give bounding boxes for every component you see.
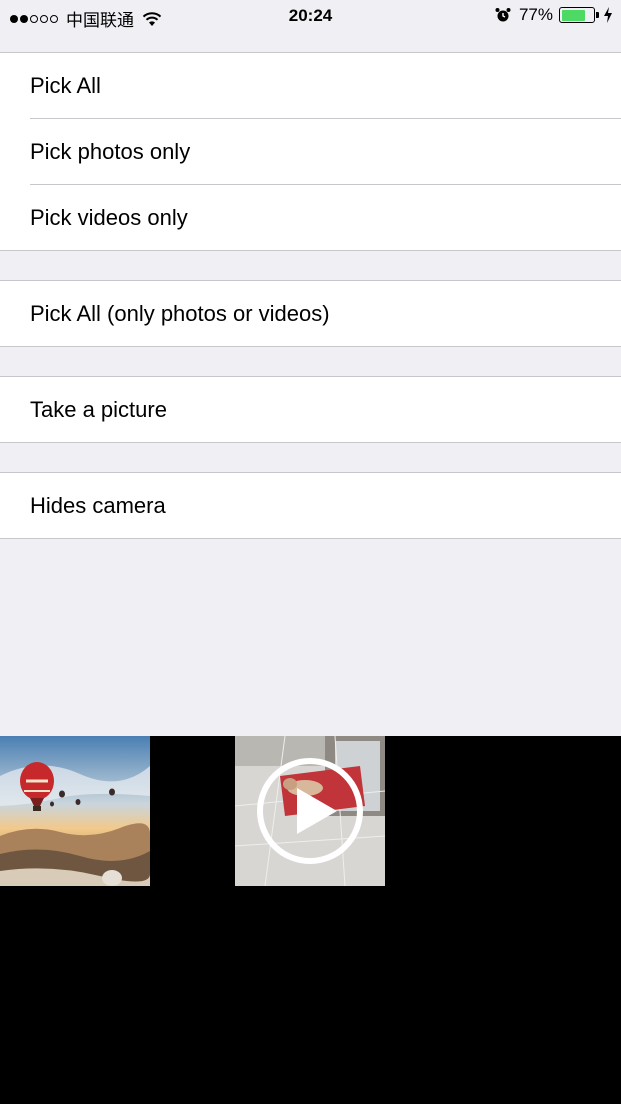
hot-air-balloon-photo — [0, 736, 150, 886]
pick-all-row[interactable]: Pick All — [0, 53, 621, 118]
take-picture-label: Take a picture — [30, 397, 167, 422]
battery-tip — [596, 12, 599, 18]
take-picture-row[interactable]: Take a picture — [0, 377, 621, 442]
pick-photos-only-label: Pick photos only — [30, 139, 191, 164]
pick-videos-only-label: Pick videos only — [30, 205, 188, 230]
pick-all-label: Pick All — [30, 73, 101, 98]
photo-thumbnail[interactable] — [0, 736, 150, 886]
battery-icon — [559, 7, 595, 23]
hides-camera-group: Hides camera — [0, 472, 621, 539]
pick-photos-only-row[interactable]: Pick photos only — [0, 118, 621, 184]
battery-level — [561, 9, 586, 21]
hides-camera-label: Hides camera — [30, 493, 166, 518]
battery-percentage: 77% — [518, 5, 553, 24]
pick-all-exclusive-label: Pick All (only photos or videos) — [30, 301, 330, 326]
pick-exclusive-group: Pick All (only photos or videos) — [0, 280, 621, 347]
selected-media-strip — [0, 736, 621, 1104]
pick-videos-only-row[interactable]: Pick videos only — [0, 184, 621, 250]
play-icon[interactable] — [255, 756, 365, 866]
video-thumbnail[interactable] — [235, 736, 385, 886]
hides-camera-row[interactable]: Hides camera — [0, 473, 621, 538]
pick-all-exclusive-row[interactable]: Pick All (only photos or videos) — [0, 281, 621, 346]
status-right: 77% — [495, 5, 613, 25]
pick-options-group: Pick All Pick photos only Pick videos on… — [0, 52, 621, 251]
charging-bolt-icon — [604, 7, 612, 23]
alarm-clock-icon — [495, 8, 511, 22]
camera-group: Take a picture — [0, 376, 621, 443]
status-bar: 中国联通 20:24 77% — [0, 0, 621, 32]
